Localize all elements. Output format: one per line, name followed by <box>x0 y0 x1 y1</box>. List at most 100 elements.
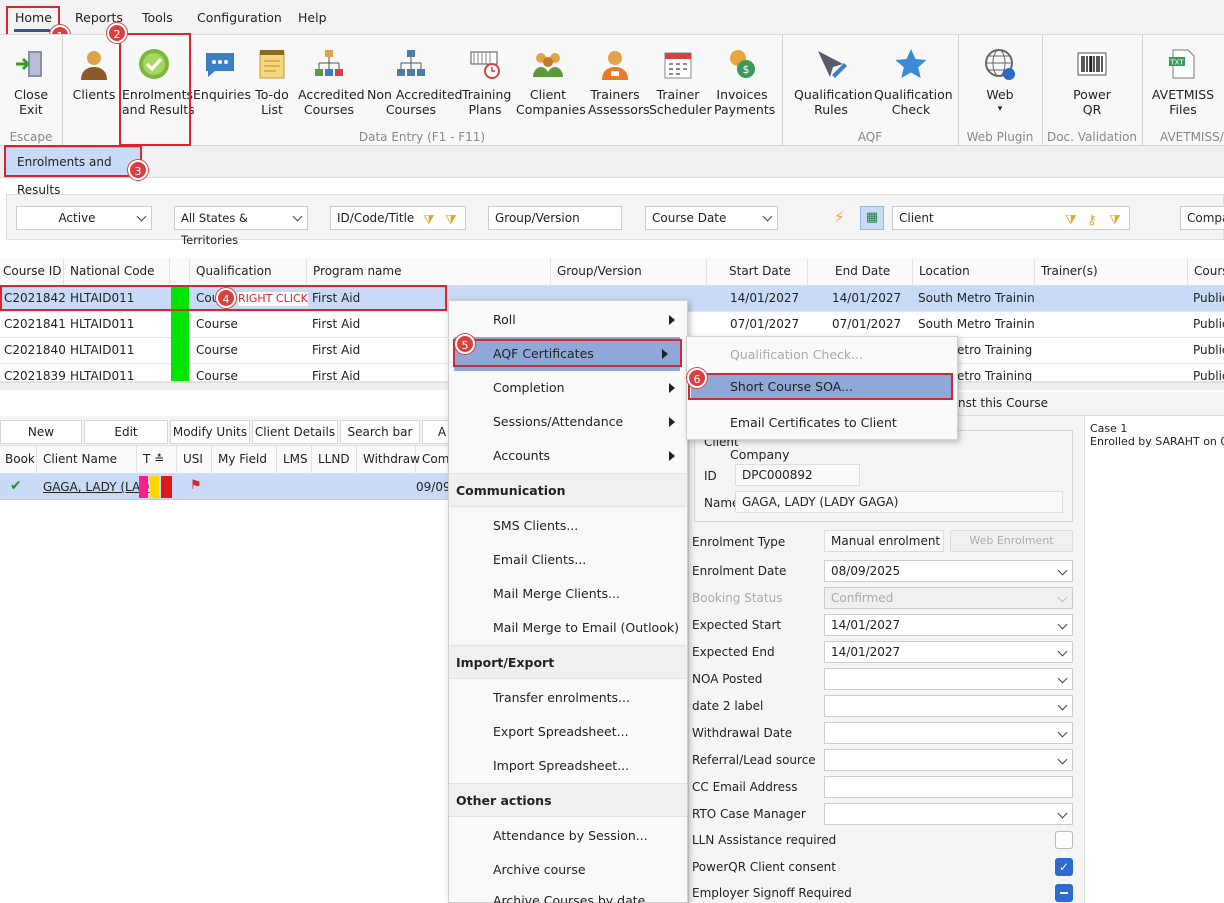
client-companies-button[interactable]: Client Companies <box>516 47 586 117</box>
new-enrolment-button[interactable]: New Enrolment <box>0 420 82 461</box>
group-version-input[interactable]: Group/Version <box>488 206 622 230</box>
menu-item-email[interactable]: Email Clients... <box>449 543 687 577</box>
avetmiss-files-button[interactable]: TXT AVETMISS Files <box>1150 47 1216 117</box>
clients-button[interactable]: Clients <box>72 47 116 102</box>
menu-item-import[interactable]: Import Spreadsheet... <box>449 749 687 783</box>
submenu-item-qualification-check[interactable]: Qualification Check... <box>687 339 957 371</box>
menu-item-sessions[interactable]: Sessions/Attendance <box>449 405 687 439</box>
col-group-version[interactable]: Group/Version <box>551 258 707 286</box>
submenu-item-email-certificates[interactable]: Email Certificates to Client Company <box>687 407 957 462</box>
col-start-date[interactable]: Start Date <box>707 258 808 286</box>
col-end-date[interactable]: End Date <box>808 258 913 286</box>
date2-label: date 2 label <box>692 699 764 713</box>
col-course-id[interactable]: Course ID <box>0 258 64 286</box>
modify-units-button[interactable]: Modify Units <box>170 420 250 444</box>
states-select[interactable]: All States & Territories <box>174 206 308 247</box>
clear-filter-icon[interactable]: ⧩ <box>1109 210 1121 232</box>
clear-filter-icon[interactable]: ⧩ <box>445 210 457 232</box>
menu-item-sms[interactable]: SMS Clients... <box>449 509 687 543</box>
col-t[interactable]: T ≛ <box>137 446 177 474</box>
trainers-assessors-button[interactable]: Trainers Assessors <box>588 47 650 117</box>
expected-end-picker[interactable]: 14/01/2027 <box>824 641 1073 663</box>
qualification-check-button[interactable]: Qualification Check <box>874 47 953 117</box>
col-usi[interactable]: USI <box>177 446 212 474</box>
menu-item-transfer[interactable]: Transfer enrolments... <box>449 681 687 715</box>
chevron-down-icon <box>292 211 303 222</box>
col-book[interactable]: Book <box>0 446 37 474</box>
rto-case-manager-select[interactable] <box>824 803 1073 825</box>
employer-signoff-label: Employer Signoff Required <box>692 886 852 900</box>
col-status-color[interactable] <box>170 258 190 286</box>
non-accredited-courses-button[interactable]: Non Accredited Courses <box>367 47 462 117</box>
chevron-down-icon <box>1057 808 1068 819</box>
enrolment-date-picker[interactable]: 08/09/2025 <box>824 560 1073 582</box>
menu-tools[interactable]: Tools <box>142 10 173 25</box>
lln-assistance-checkbox[interactable] <box>1055 831 1073 849</box>
client-search-input[interactable]: Client ⧩ ⚷ ⧩ <box>892 206 1130 230</box>
qualification-rules-button[interactable]: Qualification Rules <box>794 47 873 117</box>
status-select[interactable]: Active <box>16 206 152 230</box>
filter-icon[interactable]: ⧩ <box>1065 210 1077 232</box>
chevron-down-icon <box>136 211 147 222</box>
filter-icon[interactable]: ⧩ <box>423 210 435 232</box>
date-field-select[interactable]: Course Date <box>645 206 778 230</box>
menu-item-roll[interactable]: Roll <box>449 303 687 337</box>
edit-enrolment-button[interactable]: Edit Enrolment <box>84 420 168 461</box>
col-qualification-level[interactable]: Qualification Level <box>190 258 307 305</box>
date2-picker[interactable] <box>824 695 1073 717</box>
withdrawal-date-picker[interactable] <box>824 722 1073 744</box>
col-my-field[interactable]: My Field 1 <box>212 446 277 493</box>
menu-item-mail-merge-outlook[interactable]: Mail Merge to Email (Outlook) <box>449 611 687 645</box>
employer-signoff-checkbox[interactable] <box>1055 884 1073 902</box>
menu-item-archive[interactable]: Archive course <box>449 853 687 887</box>
chevron-down-icon <box>1057 565 1068 576</box>
menu-item-accounts[interactable]: Accounts <box>449 439 687 473</box>
id-code-search-input[interactable]: ID/Code/Title ⧩ ⧩ <box>330 206 466 230</box>
client-details-button[interactable]: Client Details <box>252 420 338 444</box>
power-qr-button[interactable]: Power QR <box>1064 47 1120 117</box>
cc-email-input[interactable] <box>824 776 1073 798</box>
lightning-icon[interactable]: ⚡ <box>834 208 845 226</box>
col-lms[interactable]: LMS <box>277 446 312 474</box>
col-trainers[interactable]: Trainer(s) <box>1035 258 1188 286</box>
menu-item-attendance[interactable]: Attendance by Session... <box>449 819 687 853</box>
grid-view-icon[interactable]: ▦ <box>860 206 884 230</box>
accredited-courses-button[interactable]: Accredited Courses <box>298 47 365 117</box>
enrolment-type-field[interactable]: Manual enrolment <box>824 530 944 552</box>
menu-item-archive-by-date[interactable]: Archive Courses by date <box>449 887 687 903</box>
menu-configuration[interactable]: Configuration <box>197 10 282 25</box>
todo-list-button[interactable]: To-do List <box>252 47 292 117</box>
close-exit-button[interactable]: Close Exit <box>8 47 54 117</box>
client-name-cell[interactable]: GAGA, LADY (LAD <box>43 480 149 494</box>
submenu-arrow-icon <box>669 417 675 427</box>
web-enrolment-button[interactable]: Web Enrolment <box>950 530 1073 552</box>
col-withdraw[interactable]: Withdraw <box>357 446 420 474</box>
menu-item-mail-merge[interactable]: Mail Merge Clients... <box>449 577 687 611</box>
col-llnd[interactable]: LLND <box>312 446 357 474</box>
booking-status-select[interactable]: Confirmed <box>824 587 1073 609</box>
col-national-code[interactable]: National Code <box>64 258 170 286</box>
expected-start-picker[interactable]: 14/01/2027 <box>824 614 1073 636</box>
enrolment-row[interactable]: ✔ GAGA, LADY (LAD ⚑ 09/09/ <box>0 474 455 500</box>
search-bar-button[interactable]: Search bar <box>340 420 420 444</box>
col-client-name[interactable]: Client Name <box>37 446 137 474</box>
menu-item-export[interactable]: Export Spreadsheet... <box>449 715 687 749</box>
booking-status-value: Confirmed <box>831 591 894 605</box>
col-program-name[interactable]: Program name <box>307 258 551 286</box>
col-location[interactable]: Location <box>913 258 1035 286</box>
noa-posted-picker[interactable] <box>824 668 1073 690</box>
powerqr-consent-checkbox[interactable]: ✓ <box>1055 858 1073 876</box>
menu-item-completion[interactable]: Completion <box>449 371 687 405</box>
col-course-type[interactable]: Course <box>1188 258 1224 286</box>
enquiries-button[interactable]: Enquiries <box>193 47 251 102</box>
key-icon[interactable]: ⚷ <box>1087 210 1097 232</box>
step-badge-4: 4 <box>216 288 236 308</box>
company-search-input[interactable]: Compan <box>1180 206 1224 230</box>
training-plans-button[interactable]: Training Plans <box>462 47 511 117</box>
trainer-scheduler-button[interactable]: Trainer Scheduler <box>649 47 712 117</box>
web-button[interactable]: Web ▾ <box>978 47 1022 117</box>
client-name-field[interactable]: GAGA, LADY (LADY GAGA) <box>735 491 1063 513</box>
menu-help[interactable]: Help <box>298 10 327 25</box>
invoices-payments-button[interactable]: $ Invoices Payments <box>714 47 775 117</box>
referral-source-select[interactable] <box>824 749 1073 771</box>
